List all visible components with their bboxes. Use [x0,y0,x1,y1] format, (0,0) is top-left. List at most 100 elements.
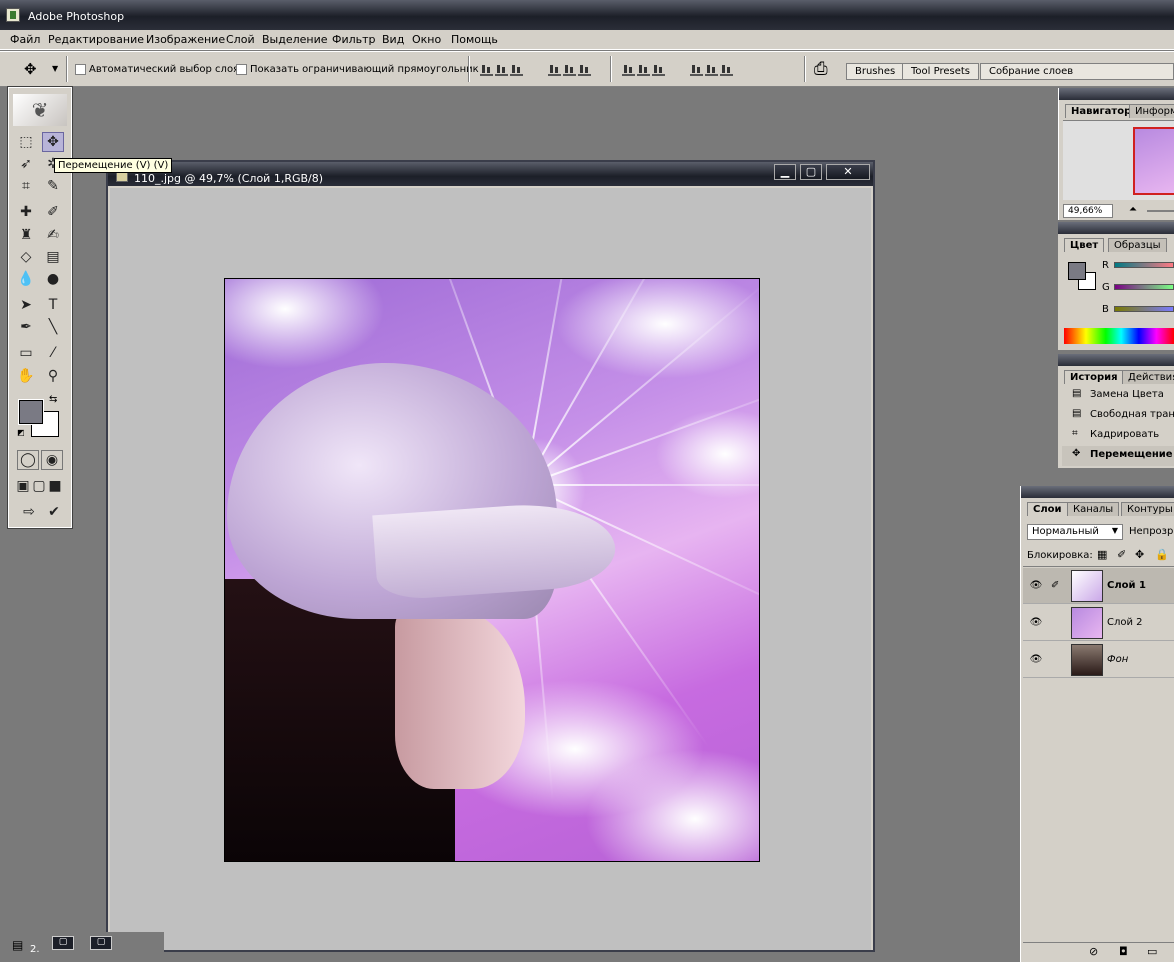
distribute-horizontal-buttons[interactable] [690,63,733,77]
type-tool-icon[interactable]: T [42,295,64,315]
lasso-tool-icon[interactable]: ➶ [15,154,37,174]
eye-icon[interactable]: 👁 [1029,654,1043,665]
minimize-button[interactable]: ▁ [774,164,796,180]
canvas-area[interactable] [110,188,871,950]
move-tool-icon[interactable]: ✥ [42,132,64,152]
screen-mode-full-menu-icon[interactable]: ▢ [31,476,47,496]
new-group-icon[interactable]: ▭ [1147,945,1157,958]
brush-tool-icon[interactable]: ✐ [42,202,64,222]
screen-mode-full-icon[interactable]: ■ [47,476,63,496]
healing-brush-tool-icon[interactable]: ✚ [15,202,37,222]
tab-layers[interactable]: Слои [1027,502,1068,516]
tab-paths[interactable]: Контуры [1121,502,1174,516]
zoom-slider[interactable] [1147,210,1174,212]
document-icon[interactable]: ▤ [12,938,23,952]
layer-row[interactable]: 👁 Слой 2 [1023,605,1174,641]
tab-swatches[interactable]: Образцы [1108,238,1167,252]
layer-row[interactable]: 👁 ✐ Слой 1 [1023,568,1174,604]
menu-filter[interactable]: Фильтр [332,33,376,46]
zoom-out-icon[interactable]: ⏶ [1129,204,1137,215]
foreground-color-swatch[interactable] [18,399,44,425]
tab-channels[interactable]: Каналы [1067,502,1120,516]
panel-header[interactable] [1058,222,1174,234]
history-brush-tool-icon[interactable]: ✍ [42,225,64,245]
notes-tool-icon[interactable]: ▭ [15,343,37,363]
menu-edit[interactable]: Редактирование [48,33,144,46]
file-browser-icon[interactable]: ⎙ [814,59,828,79]
align-horizontal-buttons[interactable] [548,63,591,77]
channel-r-slider[interactable] [1114,262,1174,268]
history-item[interactable]: Замена Цвета ▤ [1062,386,1174,406]
menu-layer[interactable]: Слой [226,33,255,46]
history-item-active[interactable]: Перемещение ✥ [1062,446,1174,466]
eye-icon[interactable]: 👁 [1029,617,1043,628]
lock-position-icon[interactable]: ✥ [1135,548,1144,561]
hand-tool-icon[interactable]: ✋ [15,366,37,386]
tab-history[interactable]: История [1064,370,1124,384]
maximize-button[interactable]: ▢ [90,936,112,950]
menu-window[interactable]: Окно [412,33,441,46]
palette-well-layer-comps[interactable]: Собрание слоев [980,63,1174,80]
clone-stamp-tool-icon[interactable]: ♜ [15,225,37,245]
eraser-tool-icon[interactable]: ◇ [15,247,37,267]
distribute-vertical-buttons[interactable] [622,63,665,77]
document-titlebar[interactable]: 110_.jpg @ 49,7% (Слой 1,RGB/8) ▁ ▢ ✕ [108,162,873,186]
standard-mode-icon[interactable]: ◯ [17,450,39,470]
panel-header[interactable] [1058,354,1174,366]
crop-tool-icon[interactable]: ⌗ [15,176,37,196]
layer-mask-icon[interactable]: ◘ [1119,945,1128,958]
lock-all-icon[interactable]: 🔒 [1155,548,1169,561]
restore-button[interactable]: ▢ [52,936,74,950]
blend-mode-select[interactable]: Нормальный ▼ [1027,524,1123,540]
palette-well-tool-presets[interactable]: Tool Presets [902,63,979,80]
close-button[interactable]: ✕ [826,164,870,180]
tab-actions[interactable]: Действия [1122,370,1174,384]
lock-transparency-icon[interactable]: ▦ [1097,548,1107,561]
maximize-button[interactable]: ▢ [800,164,822,180]
show-bounds-checkbox[interactable] [236,64,247,75]
tab-color[interactable]: Цвет [1064,238,1105,252]
jump-to-imageready-icon[interactable]: ⇨ [17,502,41,522]
navigator-thumbnail[interactable] [1133,127,1174,195]
channel-g-slider[interactable] [1114,284,1174,290]
align-buttons[interactable] [480,63,523,77]
move-tool-preset-icon[interactable]: ✥ [24,60,37,78]
screen-mode-standard-icon[interactable]: ▣ [15,476,31,496]
history-item[interactable]: Свободная трансф. ▤ [1062,406,1174,426]
palette-well-brushes[interactable]: Brushes [846,63,905,80]
tab-info[interactable]: Информация [1129,104,1174,118]
navigator-zoom-field[interactable]: 49,66% [1063,204,1113,218]
channel-b-slider[interactable] [1114,306,1174,312]
chevron-down-icon[interactable]: ▼ [52,64,58,73]
color-fg-swatch[interactable] [1068,262,1086,280]
gradient-tool-icon[interactable]: ▤ [42,247,64,267]
lock-image-icon[interactable]: ✐ [1117,548,1126,561]
marquee-tool-icon[interactable]: ⬚ [15,132,37,152]
dodge-tool-icon[interactable]: ● [42,269,64,289]
tab-navigator[interactable]: Навигатор [1065,104,1138,118]
zoom-tool-icon[interactable]: ⚲ [42,366,64,386]
path-selection-tool-icon[interactable]: ➤ [15,295,37,315]
pen-tool-icon[interactable]: ✒ [15,317,37,337]
quick-mask-mode-icon[interactable]: ◉ [41,450,63,470]
layer-style-icon[interactable]: ⊘ [1089,945,1098,958]
line-tool-icon[interactable]: ╲ [42,317,64,337]
document-image[interactable] [224,278,760,862]
eyedropper-tool-icon[interactable]: ⁄ [42,343,64,363]
menu-select[interactable]: Выделение [262,33,328,46]
menu-help[interactable]: Помощь [451,33,498,46]
menu-file[interactable]: Файл [10,33,40,46]
blur-tool-icon[interactable]: 💧 [15,269,37,289]
auto-select-checkbox[interactable] [75,64,86,75]
menu-image[interactable]: Изображение [146,33,225,46]
slice-tool-icon[interactable]: ✎ [42,176,64,196]
default-colors-icon[interactable]: ◩ [17,428,25,437]
layer-row[interactable]: 👁 Фон [1023,642,1174,678]
panel-header[interactable] [1021,486,1174,498]
checkmark-icon[interactable]: ✔ [43,502,65,522]
color-spectrum-bar[interactable] [1064,328,1174,344]
history-item[interactable]: Кадрировать ⌗ [1062,426,1174,446]
feather-logo-icon[interactable]: ❦ [13,94,67,126]
panel-header[interactable] [1059,88,1174,100]
menu-view[interactable]: Вид [382,33,404,46]
